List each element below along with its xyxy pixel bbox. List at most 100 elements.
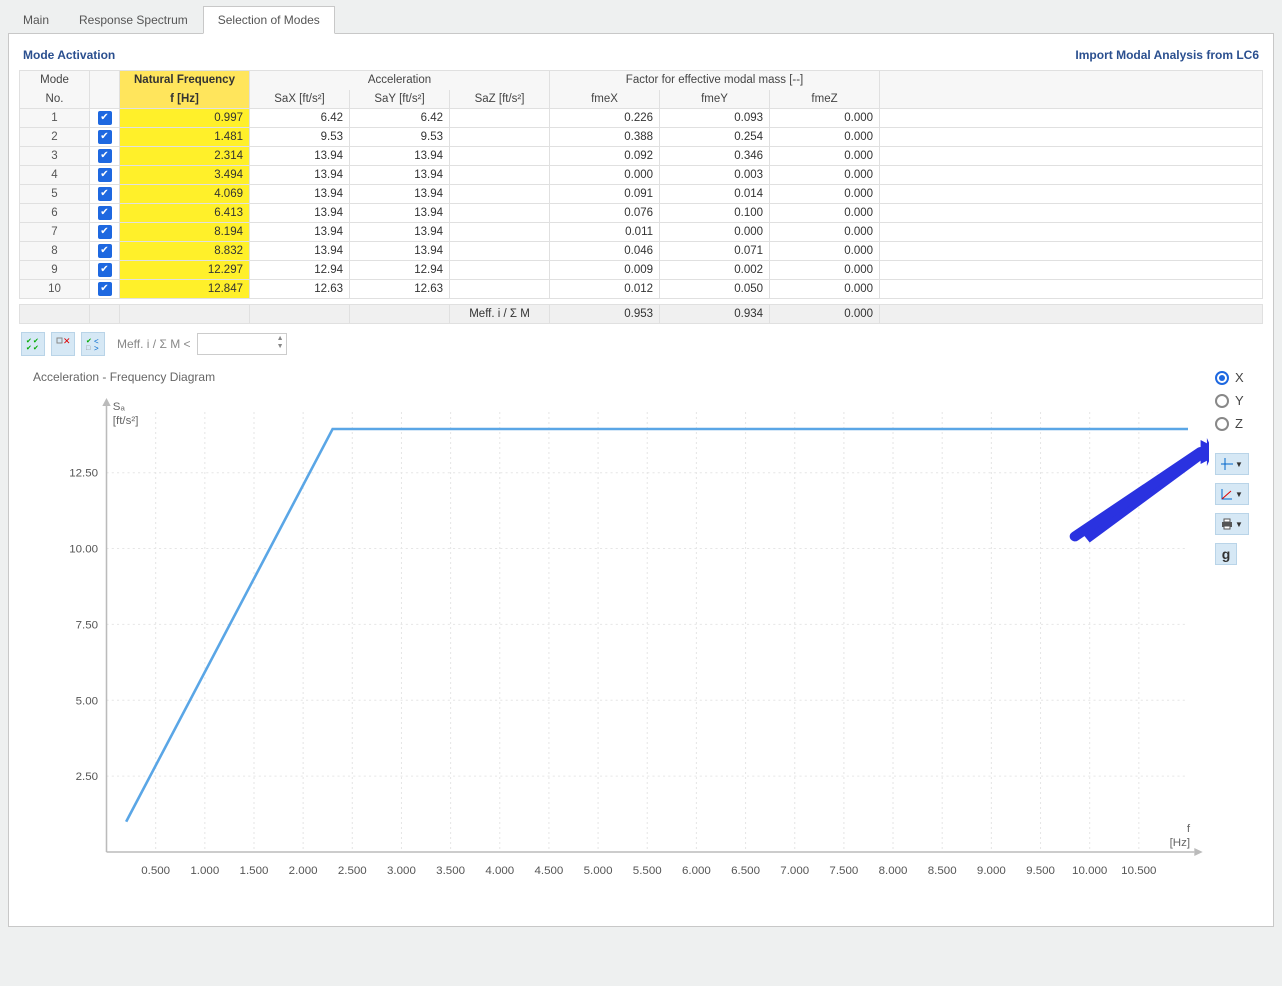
cell-say[interactable]: 9.53	[350, 128, 450, 147]
tab-main[interactable]: Main	[8, 6, 64, 34]
filter-value-input[interactable]: ▲▼	[197, 333, 287, 355]
cell-freq[interactable]: 12.297	[120, 261, 250, 280]
cell-fmey[interactable]: 0.254	[660, 128, 770, 147]
cell-sax[interactable]: 12.63	[250, 280, 350, 299]
cell-fmey[interactable]: 0.003	[660, 166, 770, 185]
cell-sax[interactable]: 13.94	[250, 147, 350, 166]
cell-checkbox[interactable]: ✔	[90, 128, 120, 147]
cell-fmex[interactable]: 0.076	[550, 204, 660, 223]
cell-fmez[interactable]: 0.000	[770, 242, 880, 261]
cell-saz[interactable]	[450, 166, 550, 185]
cell-freq[interactable]: 2.314	[120, 147, 250, 166]
cell-checkbox[interactable]: ✔	[90, 109, 120, 128]
table-row[interactable]: 7✔8.19413.9413.940.0110.0000.000	[20, 223, 1263, 242]
radio-y[interactable]: Y	[1215, 393, 1244, 408]
cell-checkbox[interactable]: ✔	[90, 204, 120, 223]
table-row[interactable]: 5✔4.06913.9413.940.0910.0140.000	[20, 185, 1263, 204]
cell-fmey[interactable]: 0.346	[660, 147, 770, 166]
cell-checkbox[interactable]: ✔	[90, 280, 120, 299]
cell-checkbox[interactable]: ✔	[90, 223, 120, 242]
cell-fmex[interactable]: 0.009	[550, 261, 660, 280]
cell-say[interactable]: 12.63	[350, 280, 450, 299]
spinner-up-icon[interactable]: ▲	[277, 335, 284, 343]
cell-fmex[interactable]: 0.000	[550, 166, 660, 185]
cell-saz[interactable]	[450, 242, 550, 261]
cell-fmey[interactable]: 0.100	[660, 204, 770, 223]
cell-freq[interactable]: 4.069	[120, 185, 250, 204]
cell-sax[interactable]: 13.94	[250, 166, 350, 185]
cell-fmex[interactable]: 0.091	[550, 185, 660, 204]
cell-checkbox[interactable]: ✔	[90, 261, 120, 280]
cell-fmez[interactable]: 0.000	[770, 204, 880, 223]
cell-fmez[interactable]: 0.000	[770, 185, 880, 204]
cell-sax[interactable]: 13.94	[250, 223, 350, 242]
cell-fmez[interactable]: 0.000	[770, 166, 880, 185]
cell-fmex[interactable]: 0.046	[550, 242, 660, 261]
cell-fmex[interactable]: 0.011	[550, 223, 660, 242]
cell-sax[interactable]: 13.94	[250, 204, 350, 223]
cell-fmex[interactable]: 0.226	[550, 109, 660, 128]
cell-saz[interactable]	[450, 204, 550, 223]
cell-fmey[interactable]: 0.093	[660, 109, 770, 128]
chart-axes-button[interactable]: ▼	[1215, 483, 1249, 505]
cell-say[interactable]: 13.94	[350, 147, 450, 166]
cell-say[interactable]: 6.42	[350, 109, 450, 128]
cell-freq[interactable]: 6.413	[120, 204, 250, 223]
cell-freq[interactable]: 3.494	[120, 166, 250, 185]
cell-freq[interactable]: 8.194	[120, 223, 250, 242]
table-row[interactable]: 3✔2.31413.9413.940.0920.3460.000	[20, 147, 1263, 166]
cell-say[interactable]: 13.94	[350, 242, 450, 261]
deselect-all-button[interactable]: ✕	[51, 332, 75, 356]
cell-saz[interactable]	[450, 223, 550, 242]
table-row[interactable]: 2✔1.4819.539.530.3880.2540.000	[20, 128, 1263, 147]
chart-grid-button[interactable]: ▼	[1215, 453, 1249, 475]
cell-saz[interactable]	[450, 280, 550, 299]
tab-response-spectrum[interactable]: Response Spectrum	[64, 6, 203, 34]
g-button[interactable]: g	[1215, 543, 1237, 565]
cell-freq[interactable]: 8.832	[120, 242, 250, 261]
tab-selection-of-modes[interactable]: Selection of Modes	[203, 6, 335, 34]
cell-fmex[interactable]: 0.092	[550, 147, 660, 166]
cell-fmey[interactable]: 0.002	[660, 261, 770, 280]
radio-z[interactable]: Z	[1215, 416, 1243, 431]
table-row[interactable]: 8✔8.83213.9413.940.0460.0710.000	[20, 242, 1263, 261]
chart-print-button[interactable]: ▼	[1215, 513, 1249, 535]
cell-fmey[interactable]: 0.000	[660, 223, 770, 242]
import-modal-link[interactable]: Import Modal Analysis from LC6	[1075, 48, 1259, 62]
filter-modes-button[interactable]: ✔<□>	[81, 332, 105, 356]
cell-sax[interactable]: 13.94	[250, 185, 350, 204]
cell-sax[interactable]: 9.53	[250, 128, 350, 147]
cell-fmez[interactable]: 0.000	[770, 223, 880, 242]
cell-say[interactable]: 13.94	[350, 185, 450, 204]
cell-fmey[interactable]: 0.014	[660, 185, 770, 204]
cell-fmez[interactable]: 0.000	[770, 109, 880, 128]
cell-sax[interactable]: 13.94	[250, 242, 350, 261]
cell-saz[interactable]	[450, 147, 550, 166]
cell-checkbox[interactable]: ✔	[90, 242, 120, 261]
cell-fmey[interactable]: 0.050	[660, 280, 770, 299]
cell-freq[interactable]: 1.481	[120, 128, 250, 147]
cell-fmez[interactable]: 0.000	[770, 128, 880, 147]
table-row[interactable]: 6✔6.41313.9413.940.0760.1000.000	[20, 204, 1263, 223]
cell-freq[interactable]: 12.847	[120, 280, 250, 299]
cell-saz[interactable]	[450, 128, 550, 147]
cell-say[interactable]: 13.94	[350, 204, 450, 223]
cell-say[interactable]: 13.94	[350, 166, 450, 185]
table-row[interactable]: 10✔12.84712.6312.630.0120.0500.000	[20, 280, 1263, 299]
cell-say[interactable]: 12.94	[350, 261, 450, 280]
cell-freq[interactable]: 0.997	[120, 109, 250, 128]
cell-fmez[interactable]: 0.000	[770, 280, 880, 299]
cell-fmez[interactable]: 0.000	[770, 261, 880, 280]
select-all-button[interactable]: ✔✔✔✔	[21, 332, 45, 356]
cell-fmey[interactable]: 0.071	[660, 242, 770, 261]
table-row[interactable]: 9✔12.29712.9412.940.0090.0020.000	[20, 261, 1263, 280]
cell-checkbox[interactable]: ✔	[90, 166, 120, 185]
spinner-down-icon[interactable]: ▼	[277, 343, 284, 351]
cell-saz[interactable]	[450, 261, 550, 280]
cell-say[interactable]: 13.94	[350, 223, 450, 242]
table-row[interactable]: 4✔3.49413.9413.940.0000.0030.000	[20, 166, 1263, 185]
cell-checkbox[interactable]: ✔	[90, 147, 120, 166]
cell-fmex[interactable]: 0.388	[550, 128, 660, 147]
cell-fmez[interactable]: 0.000	[770, 147, 880, 166]
table-row[interactable]: 1✔0.9976.426.420.2260.0930.000	[20, 109, 1263, 128]
